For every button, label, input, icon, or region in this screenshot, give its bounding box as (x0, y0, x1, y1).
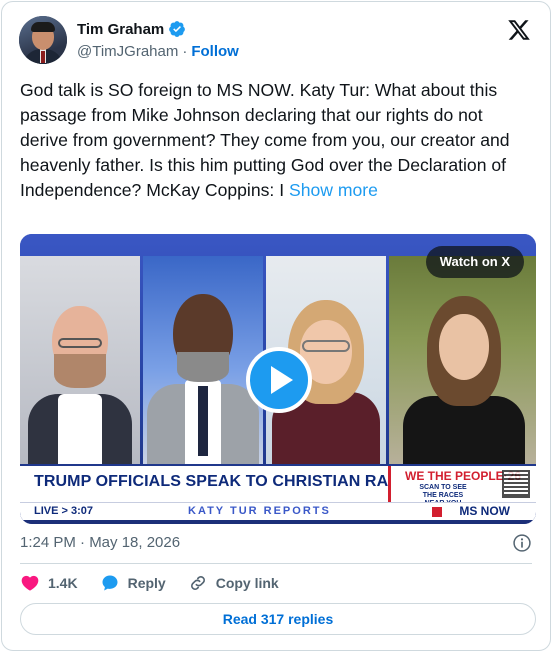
like-button[interactable]: 1.4K (20, 573, 78, 593)
live-label: LIVE > 3:07 (34, 505, 94, 517)
follow-button[interactable]: Follow (191, 43, 239, 60)
video-panel-guest-1 (20, 256, 140, 464)
network-logo-icon (432, 507, 442, 517)
reply-bubble-icon (102, 575, 118, 591)
reply-label: Reply (127, 575, 166, 591)
video-player[interactable]: Watch on X TRUMP OFFICIALS SPEAK TO CHRI… (20, 234, 536, 524)
separator-dot: · (182, 43, 188, 60)
watch-on-x-button[interactable]: Watch on X (425, 246, 524, 278)
qr-code-icon (502, 470, 530, 498)
play-icon[interactable] (246, 347, 312, 413)
read-replies-button[interactable]: Read 317 replies (20, 603, 536, 635)
info-icon[interactable] (512, 533, 532, 553)
avatar[interactable] (19, 16, 67, 64)
divider (20, 563, 532, 564)
tweet-header: Tim Graham @TimJGraham · Follow (19, 16, 533, 68)
verified-badge-icon (169, 21, 186, 37)
network-name: MS NOW (459, 504, 510, 518)
author-name[interactable]: Tim Graham (77, 21, 164, 38)
tweet-text: God talk is SO foreign to MS NOW. Katy T… (20, 78, 535, 203)
tweet-timestamp[interactable]: 1:24 PM · May 18, 2026 (20, 534, 180, 551)
heart-icon (21, 575, 39, 591)
reply-button[interactable]: Reply (100, 573, 166, 593)
like-count: 1.4K (48, 575, 78, 591)
x-logo-icon[interactable] (507, 18, 531, 42)
author-name-row: Tim Graham (77, 20, 186, 38)
action-bar: 1.4K Reply Copy link (20, 572, 301, 594)
video-panel-host (389, 256, 536, 464)
promo-box: WE THE PEOPLE·26 SCAN TO SEE THE RACES N… (388, 466, 536, 507)
video-panel-guest-2 (143, 256, 263, 464)
show-name: KATY TUR REPORTS (188, 505, 331, 517)
tweet-card[interactable]: Tim Graham @TimJGraham · Follow God talk… (1, 1, 551, 651)
author-handle[interactable]: @TimJGraham (77, 43, 178, 60)
link-icon (190, 576, 205, 590)
copy-link-label: Copy link (215, 575, 279, 591)
tweet-body: God talk is SO foreign to MS NOW. Katy T… (20, 80, 510, 200)
author-handle-row: @TimJGraham · Follow (77, 43, 239, 60)
copy-link-button[interactable]: Copy link (188, 573, 279, 593)
show-more-link[interactable]: Show more (289, 180, 378, 200)
lower-ticker: LIVE > 3:07 KATY TUR REPORTS MS NOW (20, 502, 536, 520)
